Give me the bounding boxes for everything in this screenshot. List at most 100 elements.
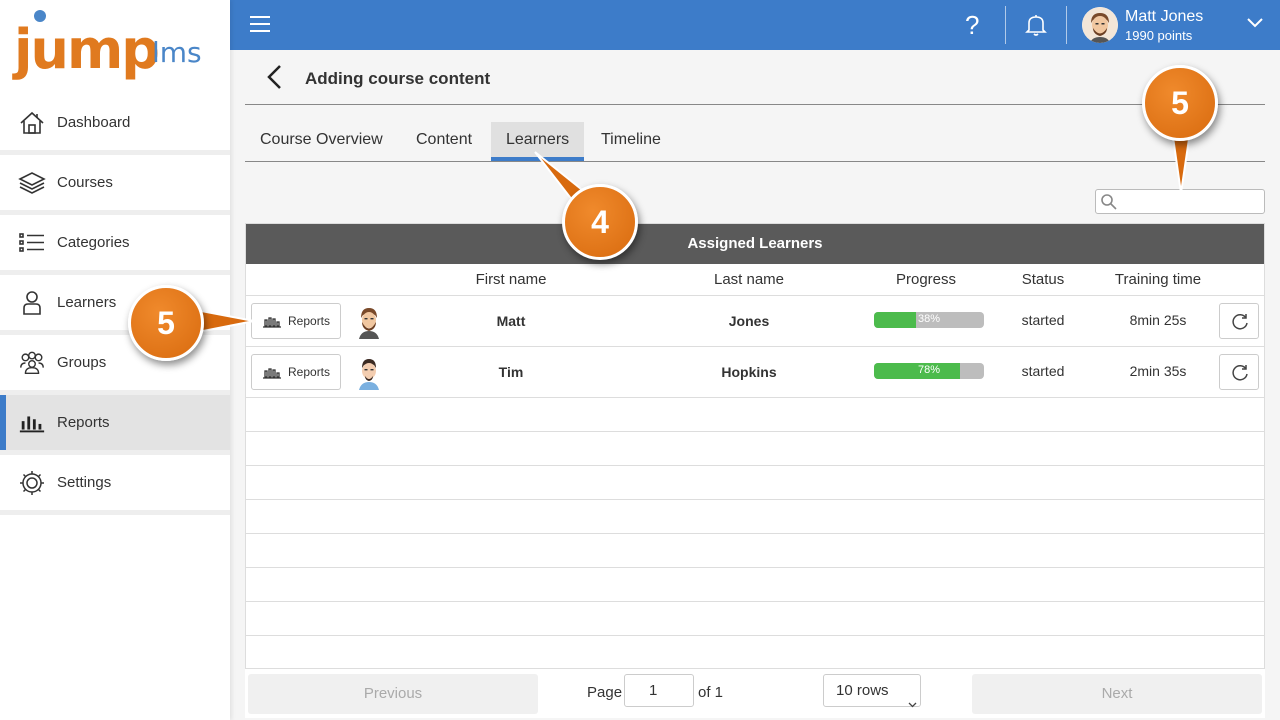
hamburger-line [250, 30, 270, 32]
column-header-status[interactable]: Status [1022, 271, 1065, 288]
page-title: Adding course content [305, 69, 491, 88]
bar-chart-icon [262, 316, 282, 331]
reports-button[interactable]: Reports [251, 354, 341, 390]
tab-content[interactable]: Content [401, 122, 487, 161]
empty-table-row [246, 500, 1264, 534]
sidebar: jump lms Dashboard Courses Categories Le… [0, 0, 230, 720]
empty-table-row [246, 602, 1264, 636]
user-name[interactable]: Matt Jones [1125, 8, 1203, 26]
bar-chart-icon [262, 367, 282, 382]
home-icon [18, 109, 46, 137]
progress-label: 38% [917, 313, 941, 325]
last-name-cell: Hopkins [721, 364, 777, 380]
table-header-row: First name Last name Progress Status Tra… [246, 264, 1264, 296]
sidebar-item-label: Learners [57, 294, 117, 311]
rows-per-page-value: 10 rows [836, 682, 889, 699]
first-name-cell: Matt [496, 313, 526, 329]
progress-bar: 78% [874, 363, 984, 379]
menu-toggle-button[interactable] [250, 16, 270, 34]
sidebar-item-label: Dashboard [57, 114, 131, 131]
sidebar-item-courses[interactable]: Courses [0, 155, 230, 215]
notifications-bell-icon[interactable] [1025, 13, 1047, 42]
table-title: Assigned Learners [246, 224, 1264, 264]
sidebar-item-settings[interactable]: Settings [0, 455, 230, 515]
first-name-cell: Tim [498, 364, 524, 380]
reports-button-label: Reports [288, 365, 331, 379]
step-callout-badge-5-reports: 5 [128, 285, 204, 361]
training-time-cell: 2min 35s [1129, 363, 1187, 379]
chevron-down-icon [908, 688, 917, 719]
sidebar-item-dashboard[interactable]: Dashboard [0, 95, 230, 155]
column-header-first-name[interactable]: First name [476, 271, 547, 288]
page-count-label: of 1 [698, 684, 724, 701]
step-callout-badge-5-search: 5 [1142, 65, 1218, 141]
reset-progress-button[interactable] [1219, 354, 1259, 390]
course-tabs: Course Overview Content Learners Timelin… [245, 122, 1265, 162]
person-icon [18, 289, 46, 317]
empty-table-row [246, 432, 1264, 466]
back-arrow-icon[interactable] [266, 64, 284, 95]
hamburger-line [250, 23, 270, 25]
table-row: Reports Matt Jones 38% started 8min 25s [246, 296, 1264, 347]
empty-table-row [246, 636, 1264, 670]
stack-icon [18, 169, 46, 197]
tab-course-overview[interactable]: Course Overview [245, 122, 398, 161]
logo-sub-text: lms [152, 36, 202, 69]
user-points: 1990 points [1125, 28, 1193, 43]
empty-table-row [246, 534, 1264, 568]
assigned-learners-table: Assigned Learners First name Last name P… [245, 223, 1265, 718]
reports-button-label: Reports [288, 314, 331, 328]
status-cell: started [1021, 312, 1065, 328]
sidebar-item-label: Groups [57, 354, 107, 371]
training-time-cell: 8min 25s [1129, 312, 1187, 328]
sidebar-item-label: Reports [57, 414, 110, 431]
column-header-last-name[interactable]: Last name [714, 271, 784, 288]
next-page-button[interactable]: Next [972, 674, 1262, 714]
logo-main-text: jump [14, 18, 160, 81]
progress-bar: 38% [874, 312, 984, 328]
top-bar: ? Matt Jones 1990 points [230, 0, 1280, 50]
reset-progress-button[interactable] [1219, 303, 1259, 339]
group-icon [18, 349, 46, 377]
hamburger-line [250, 16, 270, 18]
tab-timeline[interactable]: Timeline [586, 122, 676, 161]
page-number-input[interactable] [624, 674, 694, 707]
empty-table-row [246, 568, 1264, 602]
empty-table-row [246, 466, 1264, 500]
empty-table-row [246, 398, 1264, 432]
step-callout-badge-4: 4 [562, 184, 638, 260]
last-name-cell: Jones [728, 313, 770, 329]
help-icon[interactable]: ? [965, 10, 979, 41]
learner-avatar [353, 305, 385, 339]
divider [245, 104, 1265, 105]
learner-avatar [353, 356, 385, 390]
tab-learners[interactable]: Learners [491, 122, 585, 161]
topbar-divider [1005, 6, 1006, 44]
sidebar-item-label: Courses [57, 174, 113, 191]
column-header-progress[interactable]: Progress [896, 271, 956, 288]
sidebar-item-label: Settings [57, 474, 112, 491]
column-header-training-time[interactable]: Training time [1115, 271, 1201, 288]
learner-search-box[interactable] [1095, 189, 1265, 214]
sidebar-item-reports[interactable]: Reports [0, 395, 230, 455]
user-avatar[interactable] [1082, 7, 1118, 43]
page-label: Page [587, 684, 623, 701]
table-row: Reports Tim Hopkins 78% started 2min 35s [246, 347, 1264, 398]
bar-chart-icon [18, 409, 46, 437]
main-content: Adding course content Course Overview Co… [230, 50, 1280, 720]
chevron-down-icon[interactable] [1246, 16, 1264, 34]
rows-per-page-select[interactable]: 10 rows [823, 674, 921, 708]
gear-icon [18, 469, 46, 497]
previous-page-button[interactable]: Previous [248, 674, 538, 714]
jumplms-logo[interactable]: jump lms [14, 8, 224, 92]
sidebar-item-categories[interactable]: Categories [0, 215, 230, 275]
search-input[interactable] [1118, 192, 1260, 211]
search-icon [1100, 193, 1118, 216]
reports-button[interactable]: Reports [251, 303, 341, 339]
pagination-bar: Previous Page of 1 10 rows Next [245, 668, 1265, 718]
list-icon [18, 229, 46, 257]
status-cell: started [1021, 363, 1065, 379]
topbar-divider [1066, 6, 1067, 44]
progress-label: 78% [917, 364, 941, 376]
sidebar-item-label: Categories [57, 234, 130, 251]
